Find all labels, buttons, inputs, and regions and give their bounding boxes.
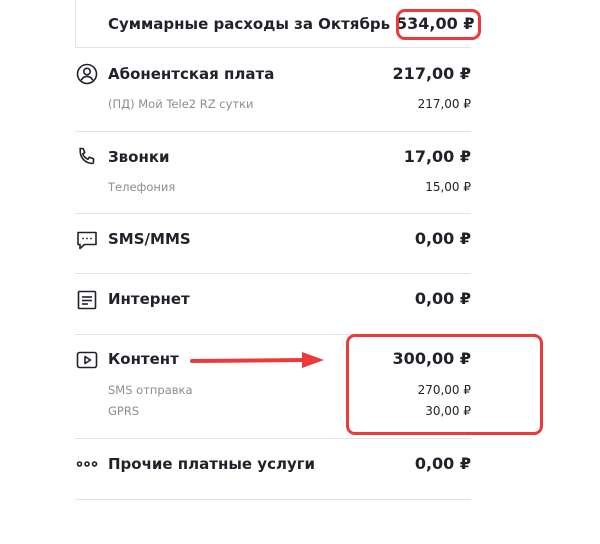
content-highlight-annotation [346,334,543,435]
category-amount: 0,00 ₽ [414,229,471,248]
summary-title: Суммарные расходы за Октябрь [108,15,391,33]
play-icon [75,348,99,372]
category-title: Звонки [108,148,170,166]
category-title: Прочие платные услуги [108,455,316,473]
item-name: Телефония [108,180,176,194]
category-title: Контент [108,350,179,368]
item-amount: 217,00 ₽ [417,97,471,111]
arrow-annotation [190,352,324,368]
divider-vertical [75,0,76,46]
category-amount: 0,00 ₽ [414,454,471,473]
category-title: Интернет [108,290,190,308]
item-name: GPRS [108,404,140,418]
category-amount: 217,00 ₽ [392,64,471,83]
total-highlight-annotation [396,9,481,40]
divider [75,438,471,439]
item-name: (ПД) Мой Tele2 RZ сутки [108,97,254,111]
category-title: SMS/MMS [108,230,191,248]
item-amount: 15,00 ₽ [425,180,471,194]
person-icon [75,62,99,86]
category-amount: 17,00 ₽ [403,147,471,166]
category-title: Абонентская плата [108,65,275,83]
more-dots-icon [75,453,99,477]
divider [75,213,471,214]
divider [75,131,471,132]
item-name: SMS отправка [108,383,193,397]
divider [75,499,471,500]
divider [75,47,471,48]
phone-icon [75,145,99,169]
category-amount: 0,00 ₽ [414,289,471,308]
document-icon [75,288,99,312]
message-icon [75,228,99,252]
divider [75,273,471,274]
